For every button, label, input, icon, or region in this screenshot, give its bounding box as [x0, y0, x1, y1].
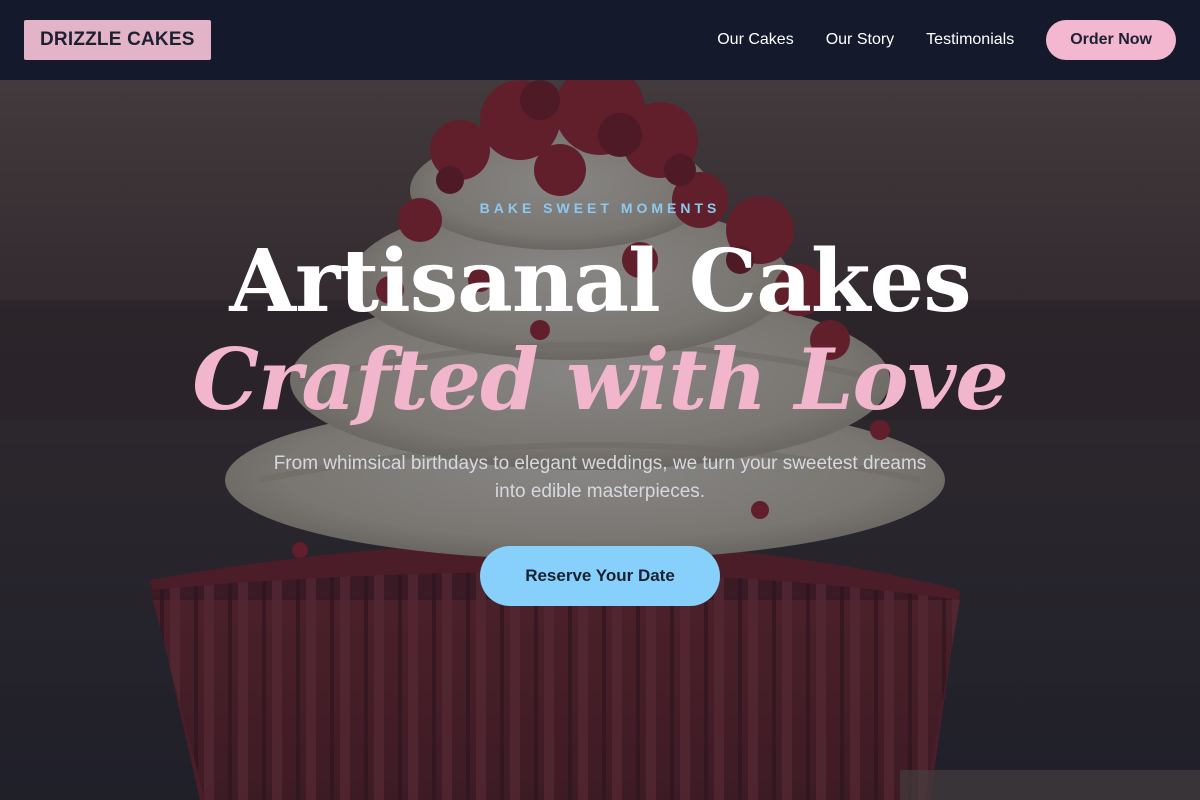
nav-link-our-cakes[interactable]: Our Cakes: [717, 31, 793, 49]
hero-title-line-1: Artisanal Cakes: [229, 231, 971, 332]
reserve-date-button[interactable]: Reserve Your Date: [480, 546, 720, 606]
nav-link-our-story[interactable]: Our Story: [826, 31, 894, 49]
hero-content: BAKE SWEET MOMENTS Artisanal Cakes Craft…: [0, 80, 1200, 800]
nav-link-testimonials[interactable]: Testimonials: [926, 31, 1014, 49]
hero-title-line-2: Crafted with Love: [192, 330, 1009, 429]
hero-section: BAKE SWEET MOMENTS Artisanal Cakes Craft…: [0, 80, 1200, 800]
site-header: DRIZZLE CAKES Our Cakes Our Story Testim…: [0, 0, 1200, 80]
order-now-button[interactable]: Order Now: [1046, 20, 1176, 60]
main-nav: Our Cakes Our Story Testimonials Order N…: [717, 20, 1176, 60]
hero-eyebrow: BAKE SWEET MOMENTS: [479, 200, 721, 216]
logo[interactable]: DRIZZLE CAKES: [24, 20, 211, 60]
hero-subtitle: From whimsical birthdays to elegant wedd…: [273, 453, 927, 502]
